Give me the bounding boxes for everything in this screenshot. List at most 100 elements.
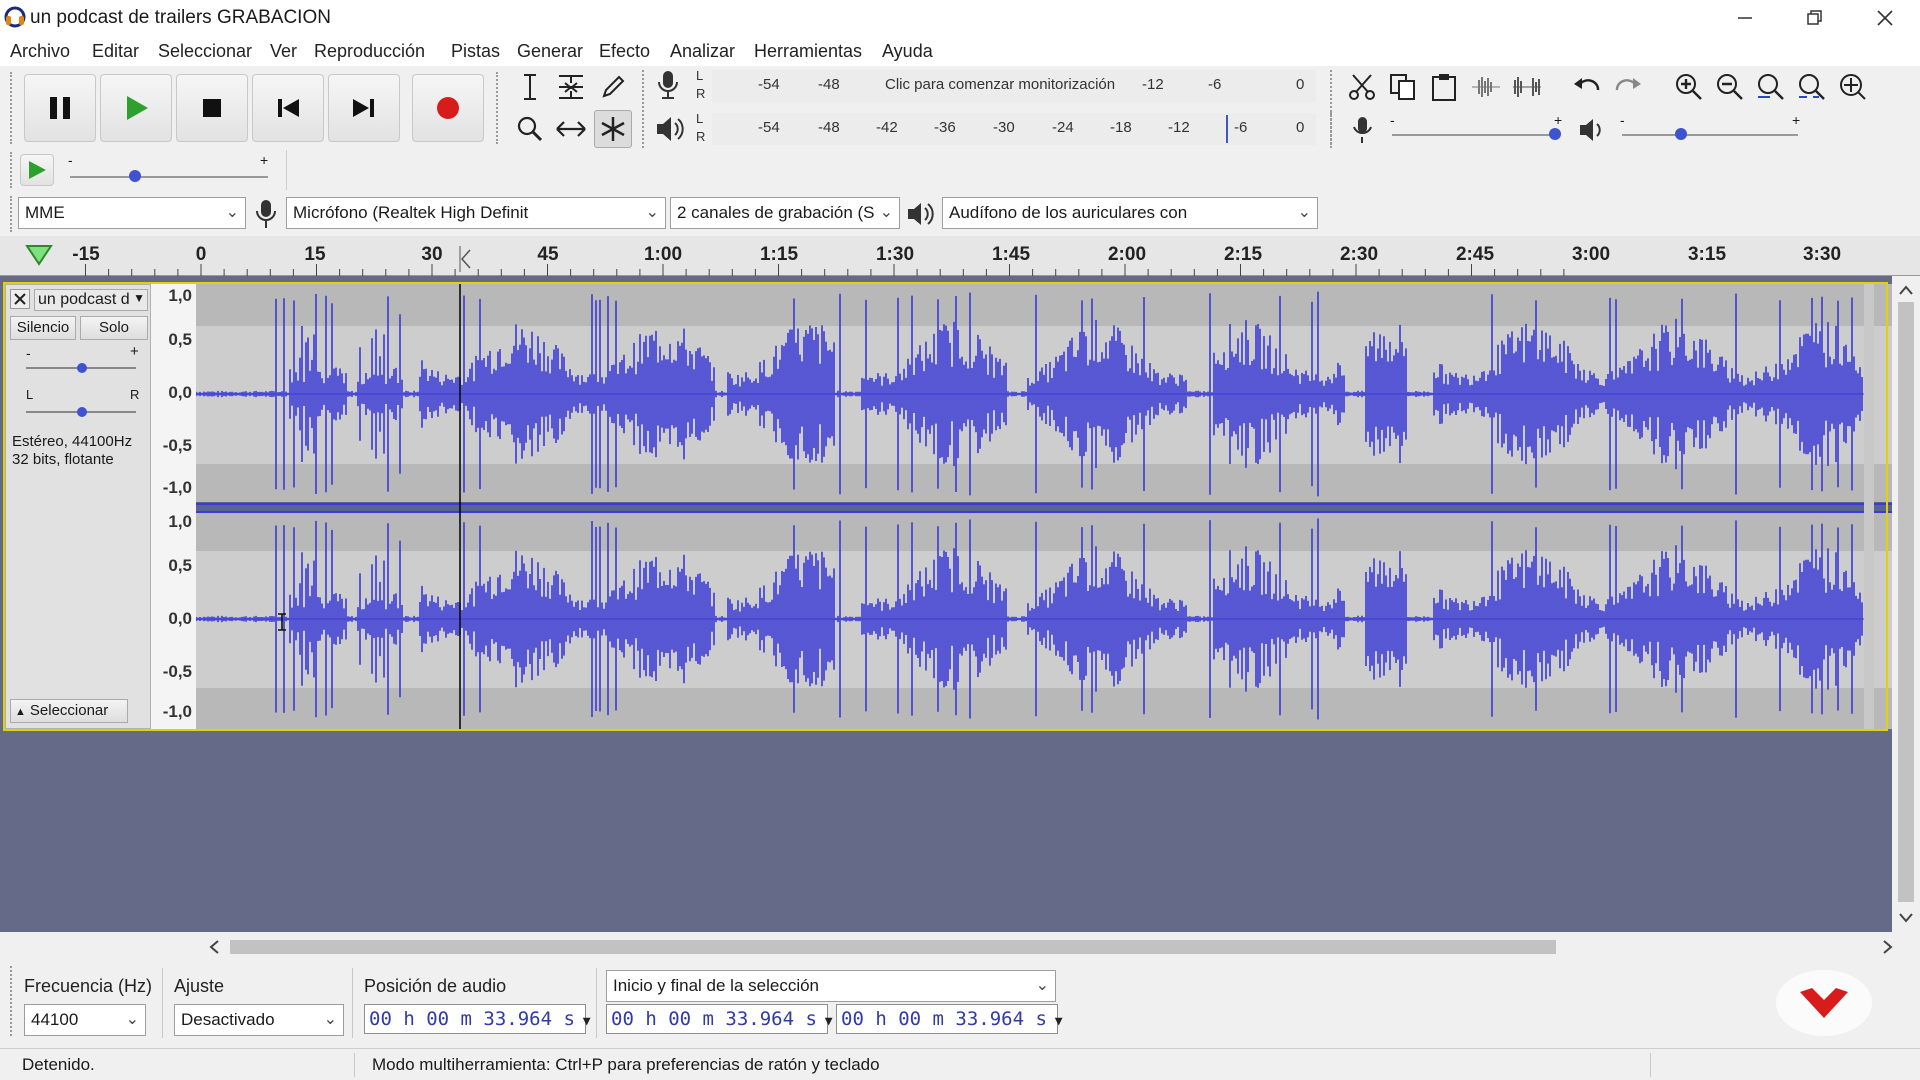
timeline-ruler[interactable]: -15 0 15 30 45 1:00 1:15 1:30 1:45 2:00 … <box>0 236 1920 276</box>
record-button[interactable] <box>412 74 484 142</box>
fit-project-button[interactable] <box>1793 68 1831 106</box>
zoom-in-button[interactable] <box>1670 68 1708 106</box>
menu-archivo[interactable]: Archivo <box>10 41 70 62</box>
zoom-tool[interactable] <box>511 110 549 148</box>
pause-button[interactable] <box>24 74 96 142</box>
play-speed-slider[interactable]: - + <box>64 152 278 186</box>
playback-volume-slider[interactable]: - + <box>1618 112 1804 146</box>
project-rate-value: 44100 <box>31 1010 79 1029</box>
scroll-down-icon[interactable] <box>1898 912 1914 924</box>
menu-ver[interactable]: Ver <box>270 41 297 62</box>
play-at-speed-button[interactable] <box>20 154 54 186</box>
cut-button[interactable] <box>1343 68 1381 106</box>
microphone-icon[interactable] <box>652 68 686 102</box>
zoom-toggle-button[interactable] <box>1834 68 1872 106</box>
gain-slider[interactable]: - + <box>12 343 146 383</box>
toolbar-grip[interactable] <box>10 966 15 1036</box>
playback-meter[interactable]: -54 -48 -42 -36 -30 -24 -18 -12 -6 0 <box>712 113 1316 145</box>
fit-selection-button[interactable] <box>1752 68 1790 106</box>
play-scale-label: -6 <box>1234 119 1248 136</box>
menu-herramientas[interactable]: Herramientas <box>754 41 862 62</box>
close-track-button[interactable] <box>10 289 30 309</box>
slider-thumb-icon[interactable] <box>76 403 88 419</box>
slider-thumb-icon[interactable] <box>128 166 142 184</box>
minimize-button[interactable] <box>1710 0 1780 36</box>
close-window-button[interactable] <box>1850 0 1920 36</box>
draw-tool[interactable] <box>594 68 632 106</box>
selection-start-time[interactable]: 00 h 00 m 33.964 s ▼ <box>606 1004 833 1034</box>
record-meter[interactable]: -54 -48 Clic para comenzar monitorizació… <box>712 70 1316 102</box>
scroll-right-icon[interactable] <box>1882 939 1894 955</box>
toolbar-grip[interactable] <box>10 152 15 188</box>
track-control-panel[interactable]: un podcast d ▼ Silencio Solo - + L R Est… <box>5 284 151 729</box>
trim-button[interactable] <box>1467 68 1505 106</box>
mute-button[interactable]: Silencio <box>10 316 76 340</box>
toolbar-grip[interactable] <box>10 72 15 144</box>
play-button[interactable] <box>100 74 172 142</box>
select-track-button[interactable]: ▲ Seleccionar <box>10 699 128 723</box>
time-shift-tool[interactable] <box>552 110 590 148</box>
copy-button[interactable] <box>1384 68 1422 106</box>
silence-button[interactable] <box>1508 68 1546 106</box>
selection-tool[interactable] <box>511 68 549 106</box>
minimize-icon <box>1738 17 1752 19</box>
menu-seleccionar[interactable]: Seleccionar <box>158 41 252 62</box>
scroll-up-icon[interactable] <box>1898 284 1914 296</box>
toolbar-grip[interactable] <box>496 72 501 144</box>
skip-to-end-button[interactable] <box>328 74 400 142</box>
audio-host-select[interactable]: MME ⌄ <box>18 197 246 229</box>
horizontal-scrollbar[interactable] <box>196 935 1893 957</box>
toolbar-grip[interactable] <box>642 70 647 148</box>
track-format-bits: 32 bits, flotante <box>12 451 114 468</box>
zoom-out-button[interactable] <box>1711 68 1749 106</box>
paste-button[interactable] <box>1425 68 1463 106</box>
menu-analizar[interactable]: Analizar <box>670 41 735 62</box>
track-name-menu[interactable]: un podcast d ▼ <box>34 289 148 311</box>
magnifier-icon <box>517 116 543 142</box>
waveform-display[interactable] <box>196 284 1892 729</box>
zoom-out-icon <box>1717 74 1743 100</box>
skip-to-start-button[interactable] <box>252 74 324 142</box>
slider-thumb-icon[interactable] <box>1548 124 1562 142</box>
input-device-select[interactable]: Micrófono (Realtek High Definit ⌄ <box>286 197 666 229</box>
toolbar-grip[interactable] <box>1330 112 1335 148</box>
record-monitor-prompt[interactable]: Clic para comenzar monitorización <box>885 76 1115 93</box>
clip-right-edge[interactable] <box>1864 284 1874 729</box>
menu-generar[interactable]: Generar <box>517 41 583 62</box>
stop-button[interactable] <box>176 74 248 142</box>
redo-button[interactable] <box>1609 68 1647 106</box>
scroll-left-icon[interactable] <box>208 939 220 955</box>
speaker-icon[interactable] <box>652 112 686 146</box>
horizontal-scroll-thumb[interactable] <box>230 940 1556 954</box>
vertical-scrollbar[interactable] <box>1892 276 1920 932</box>
select-track-label: Seleccionar <box>29 702 109 719</box>
selection-toolbar: Frecuencia (Hz) 44100 ⌄ Ajuste Desactiva… <box>0 960 1920 1044</box>
menu-ayuda[interactable]: Ayuda <box>882 41 933 62</box>
selection-end-time[interactable]: 00 h 00 m 33.964 s ▼ <box>836 1004 1063 1034</box>
envelope-tool[interactable] <box>552 68 590 106</box>
amplitude-ruler[interactable]: 1,0 0,5 0,0 -0,5 -1,0 1,0 0,5 0,0 -0,5 -… <box>151 284 196 729</box>
project-rate-select[interactable]: 44100 ⌄ <box>24 1004 146 1036</box>
undo-button[interactable] <box>1568 68 1606 106</box>
menu-pistas[interactable]: Pistas <box>451 41 500 62</box>
record-volume-slider[interactable]: - + <box>1388 112 1568 146</box>
recording-channels-select[interactable]: 2 canales de grabación (S ⌄ <box>670 197 900 229</box>
audio-position-time[interactable]: 00 h 00 m 33.964 s ▼ <box>364 1004 591 1034</box>
multi-tool[interactable] <box>594 110 632 148</box>
menu-reproduccion[interactable]: Reproducción <box>314 41 425 62</box>
amplitude-label: 0,5 <box>168 330 192 349</box>
pan-slider[interactable]: L R <box>12 385 146 425</box>
restore-button[interactable] <box>1780 0 1850 36</box>
menu-efecto[interactable]: Efecto <box>599 41 650 62</box>
microphone-icon <box>256 200 276 228</box>
vertical-scroll-thumb[interactable] <box>1898 302 1914 902</box>
toolbar-grip[interactable] <box>10 196 15 232</box>
output-device-select[interactable]: Audífono de los auriculares con ⌄ <box>942 197 1318 229</box>
selection-mode-select[interactable]: Inicio y final de la selección ⌄ <box>606 970 1056 1002</box>
slider-thumb-icon[interactable] <box>76 359 88 375</box>
slider-thumb-icon[interactable] <box>1674 124 1688 142</box>
asterisk-icon <box>601 117 625 141</box>
menu-editar[interactable]: Editar <box>92 41 139 62</box>
snap-select[interactable]: Desactivado ⌄ <box>174 1004 344 1036</box>
solo-button[interactable]: Solo <box>80 316 148 340</box>
